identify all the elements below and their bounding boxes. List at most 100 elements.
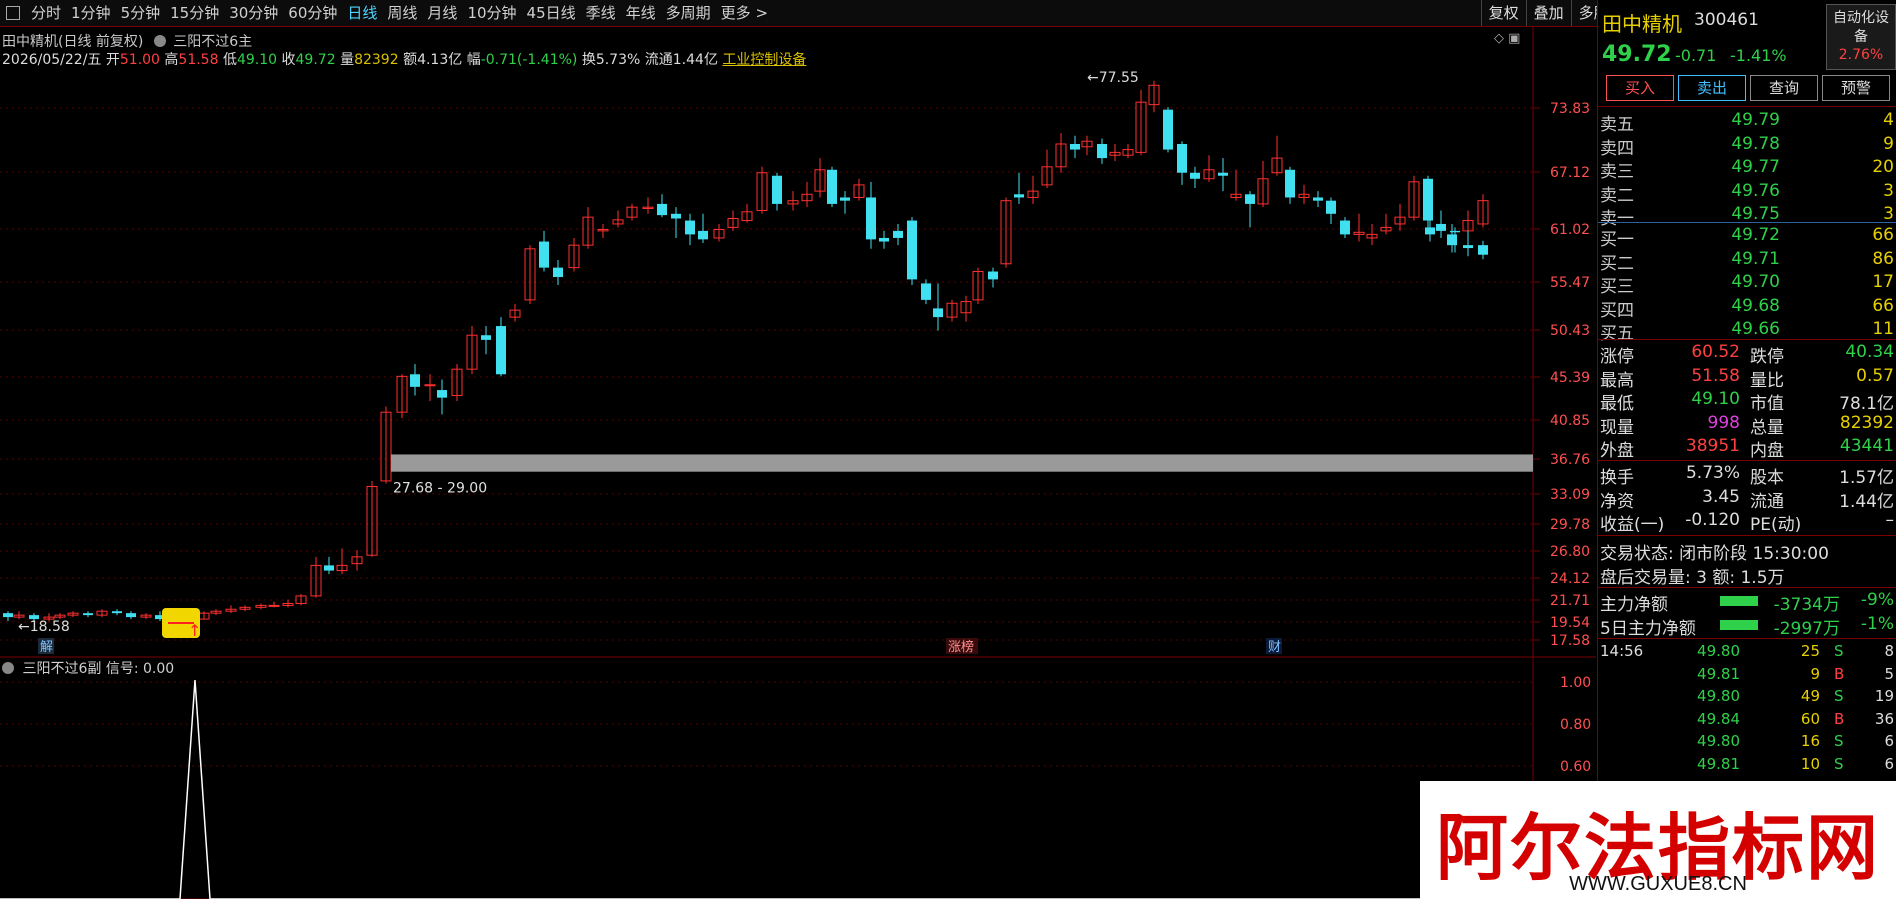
stat-row: 现量 998 总量 82392 xyxy=(1600,412,1894,438)
y-tick-label: 50.43 xyxy=(1550,323,1590,339)
stat-label: 外盘 xyxy=(1600,441,1634,461)
ask-label: 卖三 xyxy=(1600,162,1634,182)
toolbar-btn-1[interactable]: 叠加 xyxy=(1525,0,1571,26)
stat-label: 现量 xyxy=(1600,417,1634,438)
candle-body xyxy=(698,230,708,240)
bid-volume: 11 xyxy=(1872,319,1894,339)
tab-period-6[interactable]: 日线 xyxy=(342,0,382,26)
flow-label: 5日主力净额 xyxy=(1600,619,1696,639)
stat-value: 43441 xyxy=(1839,436,1894,456)
flow-row: 主力净额 -3734万 -9% xyxy=(1600,590,1894,615)
tick-side: S xyxy=(1834,732,1844,750)
sector-box[interactable]: 自动化设备 2.76% xyxy=(1826,4,1896,70)
stat-value: 60.52 xyxy=(1691,342,1740,362)
tab-period-5[interactable]: 60分钟 xyxy=(283,0,342,26)
kline-chart[interactable]: 73.83 67.12 61.02 55.47 50.43 45.39 40.85 36.76… xyxy=(0,27,1596,899)
price-change: -0.71 xyxy=(1675,46,1717,65)
watermark-logo: 阿尔法指标网 WWW.GUXUE8.CN xyxy=(1420,781,1896,899)
flow-value: -3734万 xyxy=(1773,595,1840,615)
ask-label: 卖二 xyxy=(1600,185,1634,206)
tab-period-4[interactable]: 30分钟 xyxy=(224,0,283,26)
stat-label: 最高 xyxy=(1600,370,1634,391)
ask-row: 卖四 49.78 9 xyxy=(1600,133,1894,159)
tick-count: 36 xyxy=(1874,709,1894,728)
tab-period-2[interactable]: 5分钟 xyxy=(116,0,166,26)
tick-volume: 49 xyxy=(1800,687,1820,705)
tick-side: S xyxy=(1834,642,1844,660)
candle-body xyxy=(1478,245,1488,255)
ask-label: 卖五 xyxy=(1600,115,1634,135)
stat-value: 82392 xyxy=(1839,412,1894,433)
y-tick-label: 26.80 xyxy=(1550,544,1590,560)
sell-button[interactable]: 卖出 xyxy=(1678,75,1746,101)
tick-volume: 9 xyxy=(1810,664,1820,683)
candle-body xyxy=(410,374,420,387)
toolbar-btn-0[interactable]: 复权 xyxy=(1480,0,1526,26)
tab-period-7[interactable]: 周线 xyxy=(382,0,422,26)
tick-count: 6 xyxy=(1884,754,1894,773)
tab-period-0[interactable]: 分时 xyxy=(26,0,66,26)
tab-period-14[interactable]: 更多 > xyxy=(716,0,773,26)
stat-value: 40.34 xyxy=(1845,342,1894,362)
stock-name: 田中精机 xyxy=(1602,12,1682,36)
window-menu-icon[interactable] xyxy=(6,6,20,20)
tab-period-12[interactable]: 年线 xyxy=(621,0,661,26)
indicator-toggle-icon[interactable] xyxy=(153,35,166,47)
tick-volume: 25 xyxy=(1800,642,1820,660)
candle-body xyxy=(1245,194,1255,204)
float-label: 流通 xyxy=(644,52,673,68)
signal-label: 信号: xyxy=(105,661,139,677)
stat-label: 涨停 xyxy=(1600,347,1634,367)
ask-volume: 9 xyxy=(1883,133,1894,154)
tab-period-9[interactable]: 10分钟 xyxy=(462,0,521,26)
stat-value: 1.57亿 xyxy=(1839,468,1894,488)
ask-price: 49.79 xyxy=(1731,110,1780,130)
mark-jie: 解 xyxy=(40,640,53,655)
candle-body xyxy=(921,283,931,300)
buy-button[interactable]: 买入 xyxy=(1606,75,1674,101)
sub-toggle-icon[interactable] xyxy=(2,662,14,674)
open-label: 开 xyxy=(105,52,120,68)
high-value: 51.58 xyxy=(178,52,219,68)
stat-value: 0.57 xyxy=(1856,365,1894,386)
tick-side: B xyxy=(1834,709,1845,728)
industry-link[interactable]: 工业控制设备 xyxy=(722,52,806,68)
tab-period-1[interactable]: 1分钟 xyxy=(66,0,116,26)
trade-state: 交易状态: 闭市阶段 15:30:00 xyxy=(1600,544,1829,564)
trade-state-row: 交易状态: 闭市阶段 15:30:00 xyxy=(1600,539,1894,564)
tick-count: 19 xyxy=(1874,687,1894,705)
bid-volume: 86 xyxy=(1872,248,1894,269)
bid-label: 买五 xyxy=(1600,324,1634,344)
ask-volume: 20 xyxy=(1872,157,1894,177)
chart-options-icon[interactable]: ◇ ▣ xyxy=(1494,31,1520,46)
tab-period-11[interactable]: 季线 xyxy=(581,0,621,26)
bid-row: 买四 49.68 66 xyxy=(1600,295,1894,321)
high-label: 高 xyxy=(164,52,179,68)
tick-side: S xyxy=(1834,687,1844,705)
sub-indicator-name[interactable]: 三阳不过6副 xyxy=(22,661,101,677)
sub-y-tick-label: 1.00 xyxy=(1560,675,1591,691)
candle-body xyxy=(907,220,917,280)
tab-period-3[interactable]: 15分钟 xyxy=(165,0,224,26)
query-button[interactable]: 查询 xyxy=(1750,75,1818,101)
candle-body xyxy=(1177,143,1187,173)
stat-value: 1.44亿 xyxy=(1839,491,1894,512)
stat-label: 内盘 xyxy=(1750,441,1784,461)
bid-volume: 66 xyxy=(1872,295,1894,316)
close-label: 收 xyxy=(281,52,296,68)
change-value: -0.71(-1.41%) xyxy=(480,52,578,68)
tick-volume: 16 xyxy=(1800,732,1820,750)
alert-button[interactable]: 预警 xyxy=(1822,75,1890,101)
tick-row: 49.81 10 S 6 xyxy=(1600,755,1894,777)
stat-label: 净资 xyxy=(1600,491,1634,512)
indicator-name[interactable]: 三阳不过6主 xyxy=(173,34,252,50)
tick-volume: 60 xyxy=(1800,709,1820,728)
tab-period-8[interactable]: 月线 xyxy=(422,0,462,26)
ask-row: 卖二 49.76 3 xyxy=(1600,181,1894,206)
candle-body xyxy=(671,213,681,219)
candle-body xyxy=(1436,223,1446,231)
tab-period-10[interactable]: 45日线 xyxy=(522,0,581,26)
tab-period-13[interactable]: 多周期 xyxy=(661,0,716,26)
y-tick-label: 19.54 xyxy=(1550,615,1590,631)
y-tick-label: 29.78 xyxy=(1550,517,1590,533)
